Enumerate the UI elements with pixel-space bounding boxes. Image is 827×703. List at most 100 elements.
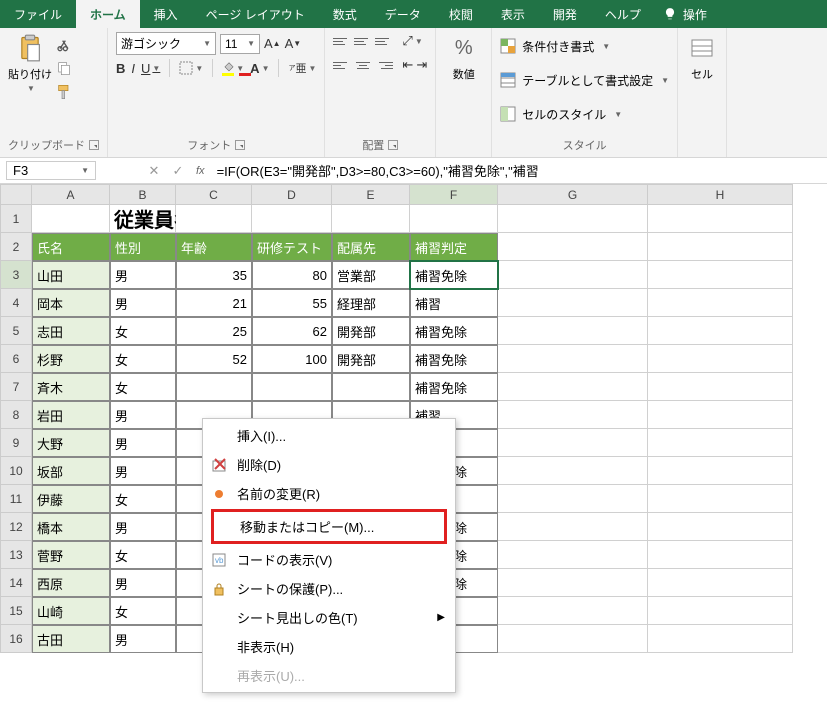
- row-header[interactable]: 4: [0, 289, 32, 317]
- cell[interactable]: [498, 569, 648, 597]
- cell[interactable]: 女: [110, 597, 176, 625]
- tab-help[interactable]: ヘルプ: [591, 0, 655, 28]
- cell[interactable]: 開発部: [332, 317, 410, 345]
- cell[interactable]: [648, 625, 793, 653]
- tab-home[interactable]: ホーム: [76, 0, 140, 28]
- cell[interactable]: [648, 485, 793, 513]
- cell[interactable]: 55: [252, 289, 332, 317]
- cell[interactable]: 開発部: [332, 345, 410, 373]
- col-header[interactable]: D: [252, 184, 332, 205]
- row-header[interactable]: 7: [0, 373, 32, 401]
- tab-insert[interactable]: 挿入: [140, 0, 192, 28]
- cm-tab-color[interactable]: シート見出しの色(T)▶: [203, 603, 455, 632]
- cell[interactable]: 補習免除: [410, 373, 498, 401]
- row-header[interactable]: 2: [0, 233, 32, 261]
- cell[interactable]: 男: [110, 401, 176, 429]
- col-header[interactable]: B: [110, 184, 176, 205]
- column-header-cell[interactable]: 年齢: [176, 233, 252, 261]
- tab-view[interactable]: 表示: [487, 0, 539, 28]
- phonetic-button[interactable]: ア亜▼: [288, 60, 316, 76]
- cell[interactable]: [498, 625, 648, 653]
- font-size-select[interactable]: 11▼: [220, 34, 260, 54]
- row-header[interactable]: 13: [0, 541, 32, 569]
- cell[interactable]: [648, 541, 793, 569]
- cell[interactable]: [332, 373, 410, 401]
- tab-data[interactable]: データ: [371, 0, 435, 28]
- cell[interactable]: 女: [110, 345, 176, 373]
- cm-rename[interactable]: 名前の変更(R): [203, 479, 455, 508]
- cell[interactable]: 52: [176, 345, 252, 373]
- increase-indent-icon[interactable]: ⇥: [416, 56, 427, 74]
- cell[interactable]: [498, 289, 648, 317]
- row-header[interactable]: 16: [0, 625, 32, 653]
- cell[interactable]: 男: [110, 289, 176, 317]
- font-name-select[interactable]: 游ゴシック▼: [116, 32, 216, 55]
- cm-delete[interactable]: 削除(D): [203, 450, 455, 479]
- cell[interactable]: 志田: [32, 317, 110, 345]
- cell[interactable]: 女: [110, 485, 176, 513]
- cell[interactable]: 大野: [32, 429, 110, 457]
- cell[interactable]: [648, 317, 793, 345]
- bold-button[interactable]: B: [116, 61, 125, 76]
- align-middle-icon[interactable]: [354, 32, 372, 50]
- cell[interactable]: 橋本: [32, 513, 110, 541]
- font-color-button[interactable]: A▼: [250, 61, 269, 76]
- cell[interactable]: [252, 205, 332, 233]
- cell[interactable]: 菅野: [32, 541, 110, 569]
- cell[interactable]: 女: [110, 373, 176, 401]
- tab-developer[interactable]: 開発: [539, 0, 591, 28]
- cell[interactable]: 男: [110, 261, 176, 289]
- cell[interactable]: 営業部: [332, 261, 410, 289]
- cell[interactable]: 山崎: [32, 597, 110, 625]
- row-header[interactable]: 5: [0, 317, 32, 345]
- cell[interactable]: 25: [176, 317, 252, 345]
- tab-file[interactable]: ファイル: [0, 0, 76, 28]
- cell[interactable]: [498, 233, 648, 261]
- cell[interactable]: [648, 429, 793, 457]
- col-header[interactable]: G: [498, 184, 648, 205]
- cell[interactable]: [648, 373, 793, 401]
- cell[interactable]: 男: [110, 569, 176, 597]
- cm-view-code[interactable]: vb コードの表示(V): [203, 545, 455, 574]
- cm-hide[interactable]: 非表示(H): [203, 632, 455, 661]
- row-header[interactable]: 12: [0, 513, 32, 541]
- cell[interactable]: 100: [252, 345, 332, 373]
- cell[interactable]: 西原: [32, 569, 110, 597]
- increase-font-icon[interactable]: A▲: [264, 36, 281, 51]
- col-header[interactable]: H: [648, 184, 793, 205]
- cancel-formula-icon[interactable]: ✕: [142, 163, 166, 179]
- cell[interactable]: [498, 205, 648, 233]
- paste-button[interactable]: 貼り付け ▼: [8, 32, 52, 93]
- cell[interactable]: [498, 401, 648, 429]
- row-header[interactable]: 9: [0, 429, 32, 457]
- cell[interactable]: [648, 289, 793, 317]
- name-box[interactable]: F3▼: [6, 161, 96, 180]
- row-header[interactable]: 14: [0, 569, 32, 597]
- cell[interactable]: [648, 261, 793, 289]
- cell[interactable]: [648, 205, 793, 233]
- cell[interactable]: 補習: [410, 289, 498, 317]
- column-header-cell[interactable]: 配属先: [332, 233, 410, 261]
- cell[interactable]: [498, 541, 648, 569]
- cell[interactable]: [498, 485, 648, 513]
- confirm-formula-icon[interactable]: ✓: [166, 163, 190, 179]
- align-top-icon[interactable]: [333, 32, 351, 50]
- row-header[interactable]: 3: [0, 261, 32, 289]
- cell[interactable]: [648, 569, 793, 597]
- cell[interactable]: 女: [110, 317, 176, 345]
- cell[interactable]: [648, 345, 793, 373]
- copy-icon[interactable]: [56, 60, 72, 76]
- cell[interactable]: 男: [110, 429, 176, 457]
- cell[interactable]: 経理部: [332, 289, 410, 317]
- dialog-launcher-icon[interactable]: [388, 140, 398, 150]
- row-header[interactable]: 11: [0, 485, 32, 513]
- format-as-table-button[interactable]: テーブルとして書式設定▼: [500, 66, 669, 94]
- col-header[interactable]: C: [176, 184, 252, 205]
- align-right-icon[interactable]: [375, 56, 393, 74]
- col-header[interactable]: F: [410, 184, 498, 205]
- cell[interactable]: 補習免除: [410, 345, 498, 373]
- row-header[interactable]: 1: [0, 205, 32, 233]
- title-cell[interactable]: 従業員名簿: [110, 205, 176, 233]
- tab-formulas[interactable]: 数式: [319, 0, 371, 28]
- cell[interactable]: 補習免除: [410, 317, 498, 345]
